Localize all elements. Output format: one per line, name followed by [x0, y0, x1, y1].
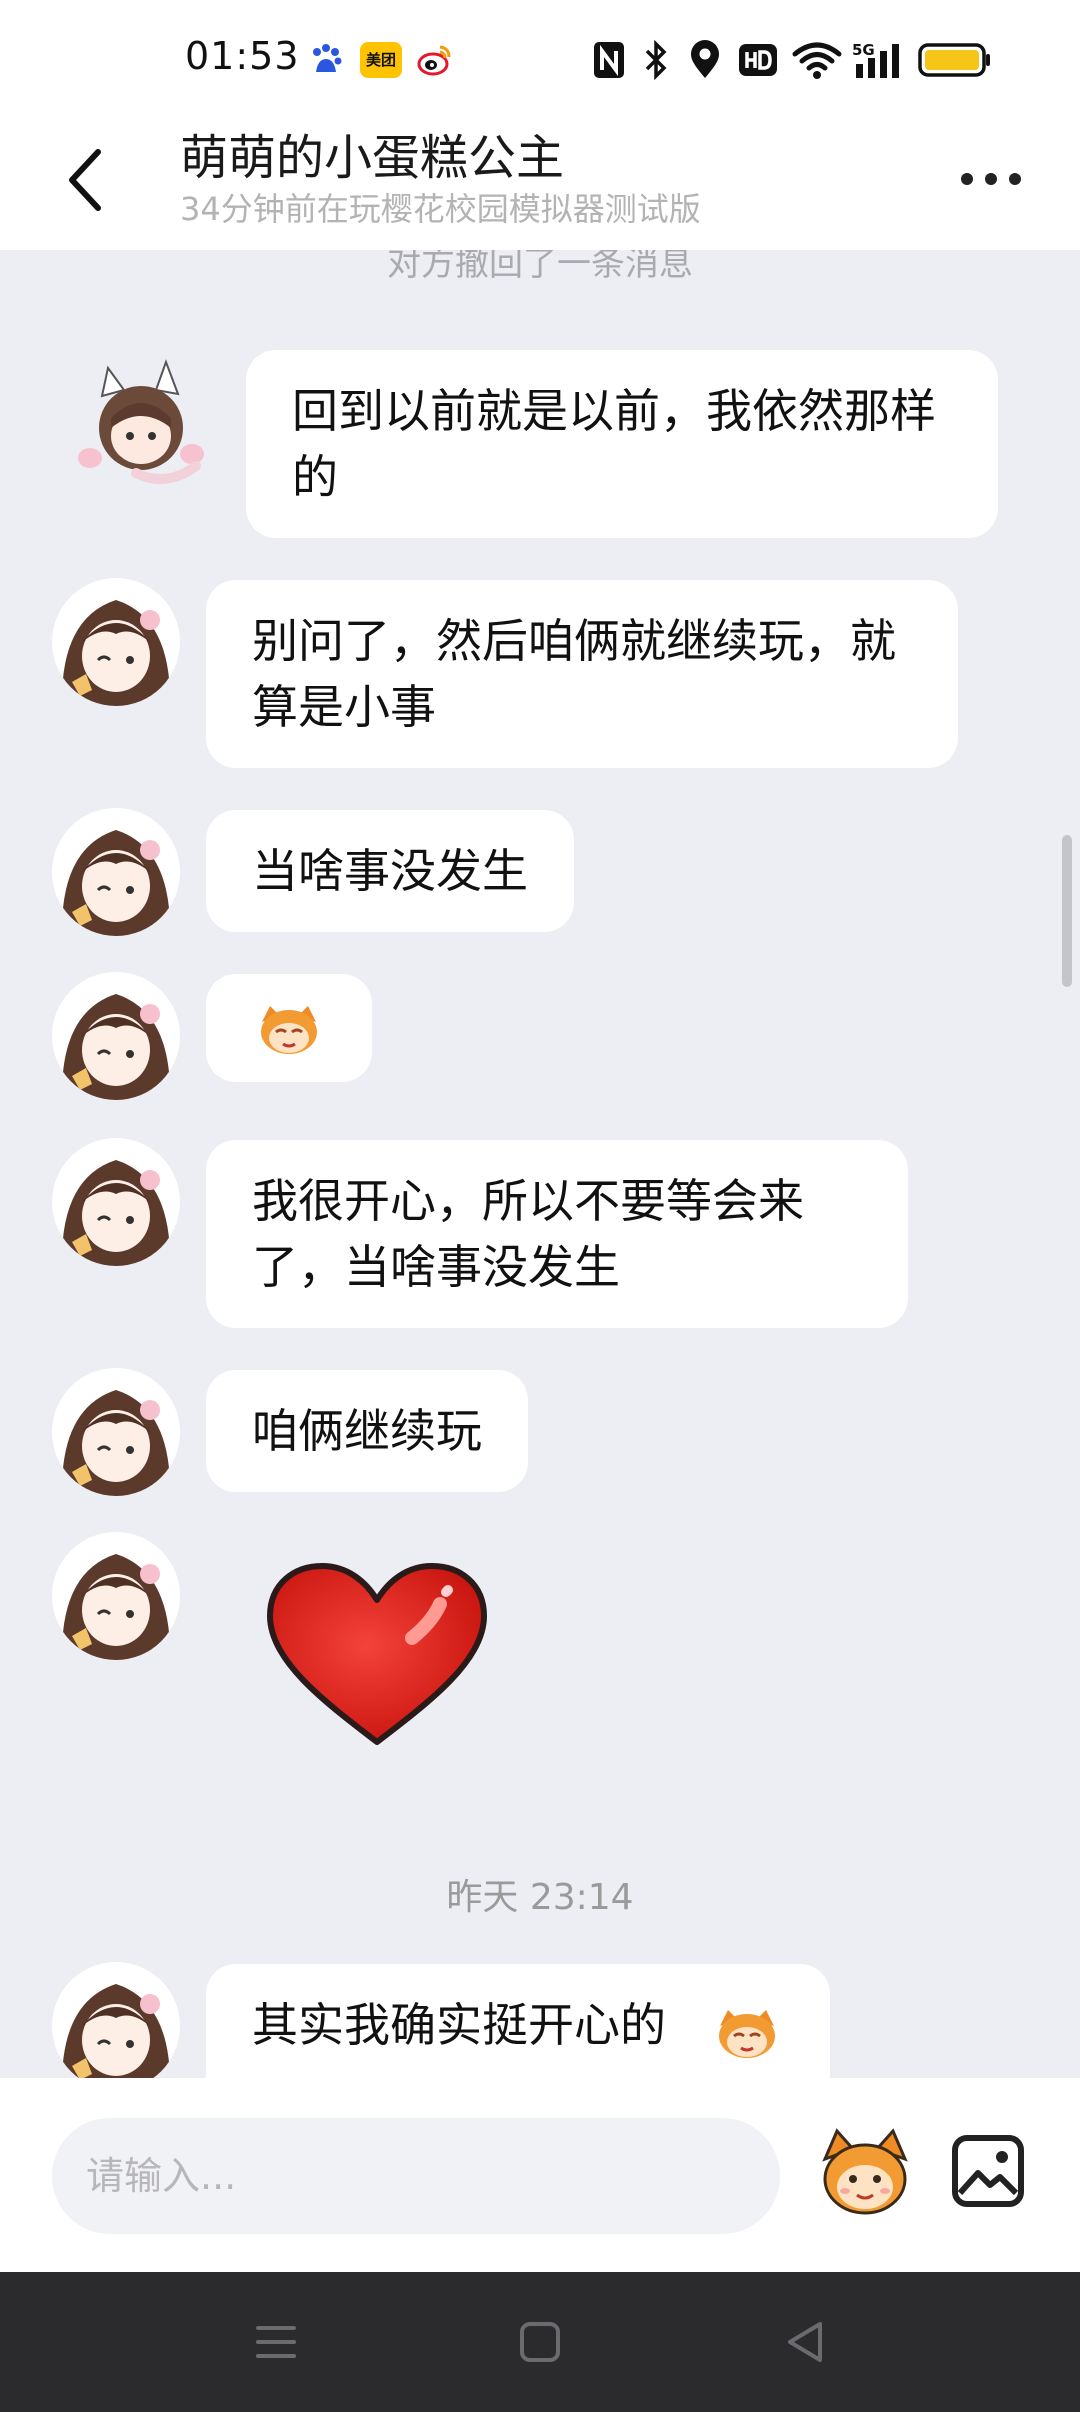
- chat-subtitle-text: 34分钟前在玩樱花校园模拟器测试版: [180, 190, 701, 228]
- wifi-icon: [792, 42, 842, 79]
- baidu-icon: [313, 44, 342, 72]
- back-nav-icon[interactable]: [780, 2316, 832, 2368]
- monkey-emoji-icon: [261, 1006, 317, 1054]
- avatar[interactable]: [52, 1138, 180, 1266]
- emoji-button[interactable]: [815, 2123, 915, 2223]
- home-icon[interactable]: [514, 2316, 566, 2368]
- avatar[interactable]: [52, 972, 180, 1100]
- back-arrow-icon: [69, 149, 101, 211]
- weibo-icon: [417, 45, 451, 76]
- menu-icon[interactable]: [250, 2316, 302, 2368]
- bluetooth-icon: [645, 40, 667, 80]
- avatar[interactable]: [52, 1962, 180, 2090]
- svg-text:5G: 5G: [852, 41, 875, 59]
- message-bubble-6[interactable]: 咱俩继续玩: [206, 1370, 528, 1492]
- system-nav-bar: [0, 2272, 1080, 2412]
- message-text-2: 别问了，然后咱俩就继续玩，就算是小事: [252, 614, 896, 734]
- message-text-6: 咱俩继续玩: [252, 1404, 482, 1458]
- message-bubble-3[interactable]: 当啥事没发生: [206, 810, 574, 932]
- chat-title-text: 萌萌的小蛋糕公主: [180, 130, 565, 186]
- message-bubble-4[interactable]: [206, 974, 372, 1082]
- input-bar: [0, 2078, 1080, 2272]
- signal-5g-icon: 5G: [852, 41, 899, 78]
- scrollbar[interactable]: [1062, 835, 1072, 987]
- message-input[interactable]: [52, 2118, 780, 2234]
- status-time: 01:53: [185, 34, 300, 78]
- message-timestamp: 昨天 23:14: [446, 1877, 634, 1918]
- image-picker-button[interactable]: [950, 2133, 1026, 2209]
- message-bubble-1[interactable]: 回到以前就是以前，我依然那样的: [246, 350, 998, 538]
- message-text-3: 当啥事没发生: [252, 844, 528, 898]
- avatar[interactable]: [52, 1532, 180, 1660]
- message-bubble-5[interactable]: 我很开心，所以不要等会来了，当啥事没发生: [206, 1140, 908, 1328]
- avatar-cat-girl[interactable]: [66, 348, 216, 498]
- avatar[interactable]: [52, 1368, 180, 1496]
- battery-icon: [918, 43, 990, 77]
- message-text-8: 其实我确实挺开心的: [252, 1998, 666, 2052]
- message-bubble-2[interactable]: 别问了，然后咱俩就继续玩，就算是小事: [206, 580, 958, 768]
- hd-icon: [739, 44, 777, 76]
- nfc-icon: [594, 42, 624, 78]
- monkey-emoji-icon: [719, 2010, 775, 2058]
- meituan-icon: 美团: [360, 42, 402, 78]
- location-icon: [691, 40, 719, 78]
- avatar[interactable]: [52, 578, 180, 706]
- avatar[interactable]: [52, 808, 180, 936]
- message-text-1: 回到以前就是以前，我依然那样的: [292, 384, 936, 504]
- message-text-5: 我很开心，所以不要等会来了，当啥事没发生: [252, 1174, 804, 1294]
- status-bar: 01:53 美团 5G: [0, 0, 1080, 110]
- chat-screen: 01:53 美团 5G 对方撤回了一条消息 萌萌的小蛋糕公主 34分钟前在玩樱花…: [0, 0, 1080, 2412]
- meituan-label: 美团: [365, 51, 396, 69]
- more-icon: [961, 173, 1021, 185]
- red-heart-icon[interactable]: [262, 1560, 492, 1752]
